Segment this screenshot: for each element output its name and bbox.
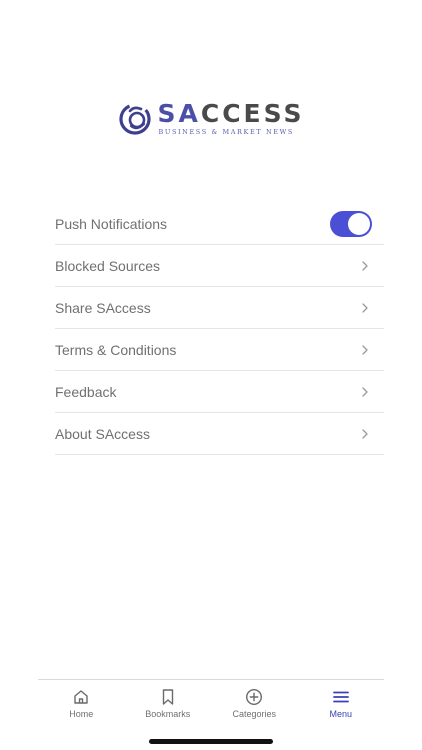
tab-menu[interactable]: Menu [298,680,385,728]
menu-item-label: Blocked Sources [55,257,161,274]
chevron-right-icon [362,344,368,355]
tab-label: Categories [232,709,277,719]
menu-item-label: Feedback [55,383,117,400]
tab-categories[interactable]: Categories [211,680,298,728]
menu-item-push-notifications[interactable]: Push Notifications [55,203,384,245]
tab-label: Home [69,709,94,719]
toggle-knob [348,212,370,235]
tab-label: Menu [329,709,352,719]
menu-item-label: Push Notifications [55,215,168,232]
logo-tagline: BUSINESS & MARKET NEWS [158,127,294,136]
tab-bookmarks[interactable]: Bookmarks [125,680,212,728]
chevron-right-icon [362,302,368,313]
logo-wordmark-rest: CCESS [200,98,305,128]
logo-group: SACCESS BUSINESS & MARKET NEWS [117,100,304,136]
home-indicator[interactable] [149,739,273,744]
plus-circle-icon [246,688,263,706]
logo-wordmark: SACCESS [157,101,304,126]
logo-wordmark-accent: SA [157,98,201,128]
menu-icon [332,691,349,703]
bookmark-icon [162,689,173,705]
settings-menu-list: Push Notifications Blocked Sources Share… [55,203,384,455]
home-icon [74,690,88,704]
app-logo: SACCESS BUSINESS & MARKET NEWS [0,98,422,138]
menu-item-label: About SAccess [55,425,150,442]
menu-item-about-saccess[interactable]: About SAccess [55,413,384,455]
tab-label: Bookmarks [145,709,191,719]
bottom-tab-bar: Home Bookmarks Categories Menu [38,679,384,728]
tab-home[interactable]: Home [38,680,125,728]
push-notifications-toggle[interactable] [330,210,372,237]
logo-mark-icon [119,103,152,135]
menu-item-share-saccess[interactable]: Share SAccess [55,287,384,329]
logo-text: SACCESS BUSINESS & MARKET NEWS [157,101,304,136]
chevron-right-icon [362,386,368,397]
menu-item-blocked-sources[interactable]: Blocked Sources [55,245,384,287]
menu-item-label: Terms & Conditions [55,341,177,358]
menu-item-feedback[interactable]: Feedback [55,371,384,413]
chevron-right-icon [362,428,368,439]
chevron-right-icon [362,260,368,271]
menu-item-terms-conditions[interactable]: Terms & Conditions [55,329,384,371]
menu-item-label: Share SAccess [55,299,151,316]
